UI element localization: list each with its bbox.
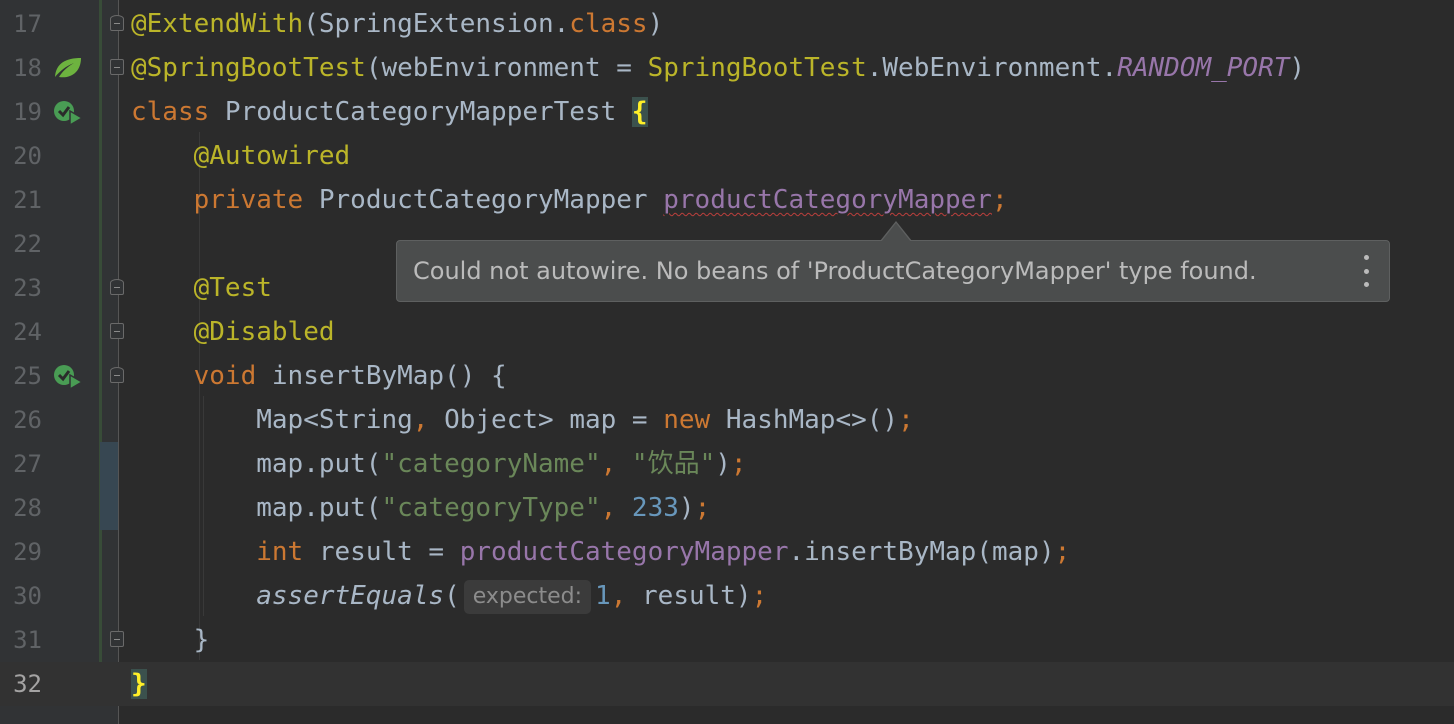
code-line-32[interactable]: 32 }	[0, 662, 1454, 706]
code-line-29[interactable]: 29 int result = productCategoryMapper.in…	[0, 530, 1454, 574]
code-text[interactable]: @SpringBootTest(webEnvironment = SpringB…	[131, 46, 1305, 90]
line-number: 19	[13, 98, 42, 126]
code-line-19[interactable]: 19 class ProductCategoryMapperTest {	[0, 90, 1454, 134]
line-number: 29	[13, 538, 42, 566]
line-number: 21	[13, 186, 42, 214]
line-number: 18	[13, 54, 42, 82]
inspection-tooltip: Could not autowire. No beans of 'Product…	[396, 240, 1390, 302]
code-text[interactable]: private ProductCategoryMapper productCat…	[131, 178, 1008, 222]
tooltip-message: Could not autowire. No beans of 'Product…	[413, 257, 1257, 285]
run-test-icon[interactable]	[52, 363, 84, 389]
code-line-27[interactable]: 27 map.put("categoryName", "饮品");	[0, 442, 1454, 486]
code-line-24[interactable]: 24 @Disabled	[0, 310, 1454, 354]
code-text[interactable]: assertEquals(expected: 1, result);	[131, 574, 767, 618]
code-line-26[interactable]: 26 Map<String, Object> map = new HashMap…	[0, 398, 1454, 442]
line-number: 24	[13, 318, 42, 346]
code-line-30[interactable]: 30 assertEquals(expected: 1, result);	[0, 574, 1454, 618]
line-number: 17	[13, 10, 42, 38]
code-line-21[interactable]: 21 private ProductCategoryMapper product…	[0, 178, 1454, 222]
line-number: 28	[13, 494, 42, 522]
code-text[interactable]: int result = productCategoryMapper.inser…	[131, 530, 1070, 574]
more-vertical-icon[interactable]	[1363, 255, 1369, 287]
line-number: 31	[13, 626, 42, 654]
fold-toggle[interactable]	[110, 15, 124, 31]
code-line-25[interactable]: 25 void insertByMap() {	[0, 354, 1454, 398]
code-text[interactable]: }	[131, 618, 210, 662]
code-text[interactable]: void insertByMap() {	[131, 354, 507, 398]
code-text[interactable]: Map<String, Object> map = new HashMap<>(…	[131, 398, 913, 442]
code-text[interactable]: @Autowired	[131, 134, 351, 178]
code-text[interactable]: class ProductCategoryMapperTest {	[131, 90, 648, 134]
line-number: 32	[13, 670, 42, 698]
line-number: 30	[13, 582, 42, 610]
spring-leaf-icon[interactable]	[52, 55, 84, 81]
code-line-31[interactable]: 31 }	[0, 618, 1454, 662]
error-highlighted-field: productCategoryMapper	[663, 185, 992, 215]
line-number: 25	[13, 362, 42, 390]
parameter-hint: expected:	[463, 580, 592, 614]
line-number: 20	[13, 142, 42, 170]
code-text[interactable]: map.put("categoryName", "饮品");	[131, 442, 746, 486]
code-text[interactable]: @Test	[131, 266, 272, 310]
code-line-17[interactable]: 17 @ExtendWith(SpringExtension.class)	[0, 2, 1454, 46]
code-text[interactable]: @ExtendWith(SpringExtension.class)	[131, 2, 663, 46]
tooltip-arrow-fill	[881, 223, 911, 242]
code-line-28[interactable]: 28 map.put("categoryType", 233);	[0, 486, 1454, 530]
matched-brace: }	[131, 669, 147, 699]
code-line-20[interactable]: 20 @Autowired	[0, 134, 1454, 178]
code-text[interactable]: @Disabled	[131, 310, 335, 354]
code-text[interactable]: }	[131, 662, 147, 706]
line-number: 23	[13, 274, 42, 302]
code-text[interactable]: map.put("categoryType", 233);	[131, 486, 710, 530]
fold-toggle[interactable]	[110, 367, 124, 383]
fold-toggle[interactable]	[110, 279, 124, 295]
line-number: 26	[13, 406, 42, 434]
line-number: 27	[13, 450, 42, 478]
fold-toggle[interactable]	[110, 631, 124, 647]
matched-brace: {	[631, 97, 648, 127]
run-test-icon[interactable]	[52, 99, 84, 125]
fold-toggle[interactable]	[110, 323, 124, 339]
fold-toggle[interactable]	[110, 59, 124, 75]
line-number: 22	[13, 230, 42, 258]
code-line-18[interactable]: 18 @SpringBootTest(webEnvironment = Spri…	[0, 46, 1454, 90]
